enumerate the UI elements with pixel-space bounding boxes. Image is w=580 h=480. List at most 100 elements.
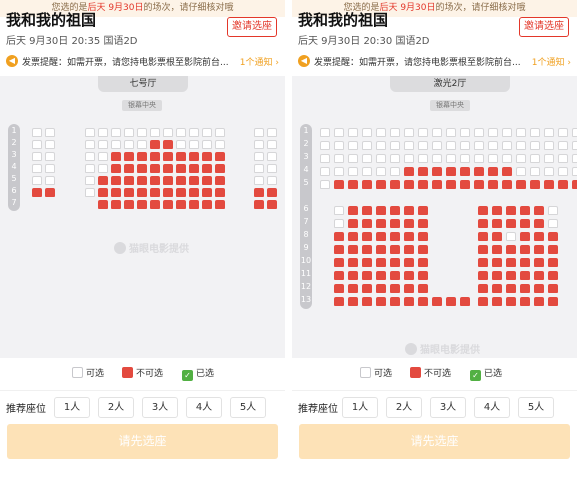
- taken-seat[interactable]: [478, 258, 488, 267]
- available-seat[interactable]: [548, 206, 558, 215]
- taken-seat[interactable]: [506, 206, 516, 215]
- taken-seat[interactable]: [348, 297, 358, 306]
- taken-seat[interactable]: [460, 297, 470, 306]
- available-seat[interactable]: [404, 154, 414, 163]
- taken-seat[interactable]: [376, 180, 386, 189]
- taken-seat[interactable]: [390, 258, 400, 267]
- taken-seat[interactable]: [45, 188, 55, 197]
- taken-seat[interactable]: [478, 245, 488, 254]
- available-seat[interactable]: [558, 167, 568, 176]
- taken-seat[interactable]: [492, 219, 502, 228]
- taken-seat[interactable]: [202, 164, 212, 173]
- available-seat[interactable]: [544, 141, 554, 150]
- taken-seat[interactable]: [520, 232, 530, 241]
- taken-seat[interactable]: [189, 200, 199, 209]
- taken-seat[interactable]: [137, 164, 147, 173]
- taken-seat[interactable]: [176, 200, 186, 209]
- taken-seat[interactable]: [176, 176, 186, 185]
- taken-seat[interactable]: [124, 188, 134, 197]
- taken-seat[interactable]: [348, 219, 358, 228]
- available-seat[interactable]: [32, 140, 42, 149]
- taken-seat[interactable]: [334, 284, 344, 293]
- taken-seat[interactable]: [215, 200, 225, 209]
- taken-seat[interactable]: [362, 206, 372, 215]
- taken-seat[interactable]: [189, 152, 199, 161]
- taken-seat[interactable]: [124, 200, 134, 209]
- recommend-3-persons[interactable]: 3人: [430, 397, 466, 418]
- available-seat[interactable]: [85, 164, 95, 173]
- taken-seat[interactable]: [548, 232, 558, 241]
- taken-seat[interactable]: [404, 180, 414, 189]
- available-seat[interactable]: [502, 154, 512, 163]
- available-seat[interactable]: [390, 154, 400, 163]
- taken-seat[interactable]: [98, 200, 108, 209]
- available-seat[interactable]: [446, 154, 456, 163]
- available-seat[interactable]: [267, 152, 277, 161]
- taken-seat[interactable]: [520, 284, 530, 293]
- available-seat[interactable]: [98, 152, 108, 161]
- taken-seat[interactable]: [202, 176, 212, 185]
- taken-seat[interactable]: [137, 200, 147, 209]
- notice-count-link[interactable]: 1个通知 ›: [532, 55, 571, 68]
- taken-seat[interactable]: [376, 219, 386, 228]
- available-seat[interactable]: [348, 128, 358, 137]
- taken-seat[interactable]: [404, 297, 414, 306]
- taken-seat[interactable]: [404, 219, 414, 228]
- taken-seat[interactable]: [163, 176, 173, 185]
- available-seat[interactable]: [474, 128, 484, 137]
- taken-seat[interactable]: [124, 152, 134, 161]
- taken-seat[interactable]: [478, 271, 488, 280]
- taken-seat[interactable]: [376, 284, 386, 293]
- available-seat[interactable]: [572, 128, 577, 137]
- taken-seat[interactable]: [390, 180, 400, 189]
- available-seat[interactable]: [530, 141, 540, 150]
- taken-seat[interactable]: [418, 180, 428, 189]
- recommend-4-persons[interactable]: 4人: [474, 397, 510, 418]
- available-seat[interactable]: [572, 141, 577, 150]
- taken-seat[interactable]: [572, 180, 577, 189]
- taken-seat[interactable]: [548, 258, 558, 267]
- available-seat[interactable]: [45, 152, 55, 161]
- available-seat[interactable]: [446, 128, 456, 137]
- taken-seat[interactable]: [544, 180, 554, 189]
- taken-seat[interactable]: [32, 188, 42, 197]
- available-seat[interactable]: [254, 164, 264, 173]
- taken-seat[interactable]: [548, 245, 558, 254]
- available-seat[interactable]: [215, 140, 225, 149]
- taken-seat[interactable]: [548, 271, 558, 280]
- taken-seat[interactable]: [137, 152, 147, 161]
- available-seat[interactable]: [45, 140, 55, 149]
- taken-seat[interactable]: [558, 180, 568, 189]
- taken-seat[interactable]: [202, 188, 212, 197]
- available-seat[interactable]: [189, 140, 199, 149]
- taken-seat[interactable]: [530, 180, 540, 189]
- available-seat[interactable]: [320, 167, 330, 176]
- taken-seat[interactable]: [150, 164, 160, 173]
- available-seat[interactable]: [320, 180, 330, 189]
- taken-seat[interactable]: [492, 297, 502, 306]
- taken-seat[interactable]: [362, 245, 372, 254]
- available-seat[interactable]: [558, 154, 568, 163]
- available-seat[interactable]: [516, 154, 526, 163]
- taken-seat[interactable]: [176, 164, 186, 173]
- taken-seat[interactable]: [376, 232, 386, 241]
- taken-seat[interactable]: [390, 297, 400, 306]
- available-seat[interactable]: [432, 128, 442, 137]
- taken-seat[interactable]: [362, 232, 372, 241]
- recommend-5-persons[interactable]: 5人: [230, 397, 266, 418]
- available-seat[interactable]: [362, 154, 372, 163]
- taken-seat[interactable]: [474, 167, 484, 176]
- available-seat[interactable]: [45, 176, 55, 185]
- available-seat[interactable]: [544, 167, 554, 176]
- taken-seat[interactable]: [492, 232, 502, 241]
- available-seat[interactable]: [516, 128, 526, 137]
- taken-seat[interactable]: [502, 180, 512, 189]
- available-seat[interactable]: [85, 140, 95, 149]
- taken-seat[interactable]: [492, 206, 502, 215]
- available-seat[interactable]: [474, 141, 484, 150]
- available-seat[interactable]: [432, 141, 442, 150]
- available-seat[interactable]: [267, 128, 277, 137]
- available-seat[interactable]: [176, 128, 186, 137]
- taken-seat[interactable]: [362, 219, 372, 228]
- available-seat[interactable]: [460, 128, 470, 137]
